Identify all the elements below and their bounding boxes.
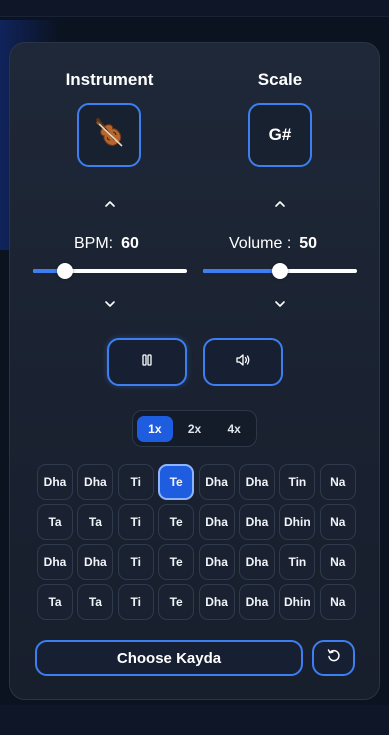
- bol-cell[interactable]: Tin: [279, 544, 316, 580]
- violin-icon: [89, 113, 129, 158]
- volume-label: Volume :: [229, 235, 292, 252]
- sound-button[interactable]: [203, 338, 283, 386]
- scale-down-chevron-icon[interactable]: [273, 299, 287, 309]
- scale-up-chevron-icon[interactable]: [273, 199, 287, 209]
- reset-button[interactable]: [312, 640, 355, 676]
- volume-slider-thumb[interactable]: [272, 263, 288, 279]
- scale-selector[interactable]: G#: [248, 103, 312, 167]
- bol-cell[interactable]: Dha: [198, 584, 235, 620]
- volume-control: Volume : 50: [229, 235, 317, 253]
- bol-cell[interactable]: Na: [319, 504, 356, 540]
- bol-cell[interactable]: Dha: [238, 504, 275, 540]
- bol-cell[interactable]: Dha: [77, 544, 114, 580]
- bol-cell[interactable]: Dha: [77, 464, 114, 500]
- volume-slider[interactable]: [203, 263, 357, 279]
- instrument-down-chevron-icon[interactable]: [103, 299, 117, 309]
- bpm-value: 60: [121, 235, 139, 252]
- bol-cell[interactable]: Dha: [198, 464, 235, 500]
- bol-cell[interactable]: Dhin: [279, 504, 316, 540]
- bol-cell[interactable]: Dhin: [279, 584, 316, 620]
- bol-cell[interactable]: Ti: [117, 584, 154, 620]
- pause-icon: [140, 353, 154, 372]
- bol-cell[interactable]: Dha: [37, 464, 73, 500]
- bol-cell[interactable]: Dha: [37, 544, 73, 580]
- volume-value: 50: [299, 235, 318, 252]
- bol-cell[interactable]: Dha: [238, 464, 275, 500]
- bol-grid: Dha Dha Ti Te Dha Dha Tin Na Ta Ta Ti Te Dha Dha Dhin N…: [37, 464, 356, 620]
- bottom-bar: [0, 705, 389, 735]
- bol-cell[interactable]: Dha: [238, 544, 275, 580]
- bol-cell[interactable]: Ti: [117, 504, 154, 540]
- speed-option-1x[interactable]: 1x: [137, 415, 173, 442]
- scale-label: Scale: [257, 70, 303, 89]
- speed-selector: 1x 2x 4x: [132, 410, 257, 447]
- bol-cell[interactable]: Ta: [77, 584, 114, 620]
- bol-cell[interactable]: Na: [319, 544, 356, 580]
- instrument-selector[interactable]: [77, 103, 141, 167]
- scale-value: G#: [268, 125, 292, 144]
- volume-slider-fill: [203, 269, 280, 273]
- bol-cell[interactable]: Dha: [198, 544, 235, 580]
- speed-option-2x[interactable]: 2x: [177, 416, 213, 442]
- choose-kayda-button[interactable]: Choose Kayda: [35, 640, 303, 676]
- bol-cell[interactable]: Te: [158, 544, 195, 580]
- pause-button[interactable]: [107, 338, 187, 386]
- bol-cell[interactable]: Ta: [37, 504, 73, 540]
- bol-cell[interactable]: Tin: [279, 464, 316, 500]
- bol-cell[interactable]: Te: [158, 584, 195, 620]
- top-bar: [0, 0, 389, 17]
- bpm-label: BPM:: [74, 235, 114, 252]
- volume-icon: [235, 353, 251, 372]
- reset-icon: [326, 648, 342, 669]
- bol-cell[interactable]: Ta: [77, 504, 114, 540]
- bol-cell[interactable]: Dha: [198, 504, 235, 540]
- bol-cell[interactable]: Ti: [117, 544, 154, 580]
- bol-cell[interactable]: Te: [158, 504, 195, 540]
- instrument-up-chevron-icon[interactable]: [103, 199, 117, 209]
- bpm-slider[interactable]: [33, 263, 187, 279]
- bol-cell[interactable]: Na: [319, 584, 356, 620]
- bol-cell[interactable]: Na: [319, 464, 356, 500]
- bol-cell[interactable]: Ti: [117, 464, 154, 500]
- speed-option-4x[interactable]: 4x: [216, 416, 252, 442]
- bol-cell[interactable]: Ta: [37, 584, 73, 620]
- bol-cell[interactable]: Dha: [238, 584, 275, 620]
- instrument-label: Instrument: [65, 70, 154, 89]
- bol-cell[interactable]: Te: [158, 464, 195, 500]
- bpm-control: BPM: 60: [74, 235, 139, 253]
